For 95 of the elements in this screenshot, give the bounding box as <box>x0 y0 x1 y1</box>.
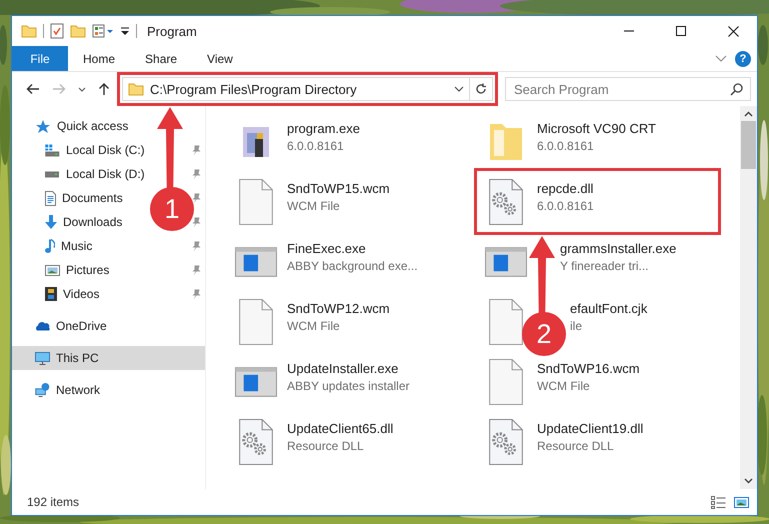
window-icon <box>485 246 527 276</box>
maximize-button[interactable] <box>676 26 686 36</box>
window-title: Program <box>147 24 198 38</box>
up-button[interactable] <box>98 82 110 96</box>
pin-icon[interactable] <box>192 264 201 276</box>
checklist-icon[interactable] <box>50 23 64 39</box>
window-icon <box>235 366 277 396</box>
sidebar-item[interactable]: Videos <box>45 287 100 301</box>
file-name[interactable]: grammsInstaller.exe <box>560 241 676 256</box>
file-detail: WCM File <box>537 379 590 393</box>
film-icon <box>45 287 57 301</box>
pin-icon[interactable] <box>192 288 201 300</box>
star-icon <box>35 118 51 134</box>
address-field[interactable]: C:\Program Files\Program Directory <box>122 77 493 101</box>
file-detail: ABBY updates installer <box>287 379 410 393</box>
document-icon <box>45 190 56 206</box>
picture-icon <box>45 264 60 276</box>
scroll-up-icon[interactable] <box>744 111 753 117</box>
address-dropdown-button[interactable] <box>454 86 464 92</box>
close-button[interactable] <box>728 26 739 36</box>
file-name[interactable]: SndToWP12.wcm <box>287 301 390 316</box>
search-field[interactable]: Search Program <box>505 77 751 101</box>
scrollbar-thumb[interactable] <box>741 121 756 169</box>
sidebar-item[interactable]: Music <box>45 239 92 253</box>
sidebar-item[interactable]: Downloads <box>45 215 122 229</box>
file-name[interactable]: UpdateClient19.dll <box>537 421 644 436</box>
gear-file-icon <box>489 418 523 464</box>
ribbon-tab[interactable]: View <box>192 46 248 71</box>
download-icon <box>45 215 57 229</box>
file-name[interactable]: repcde.dll <box>537 181 594 196</box>
sidebar-item[interactable]: Pictures <box>45 263 110 277</box>
file-name[interactable]: UpdateClient65.dll <box>287 421 394 436</box>
minimize-button[interactable] <box>624 30 634 32</box>
installer-icon <box>242 126 270 158</box>
drive-icon <box>45 170 60 178</box>
cloud-icon <box>35 322 50 330</box>
item-count: 192 items <box>27 495 80 509</box>
file-detail: WCM File <box>287 199 340 213</box>
sidebar-item[interactable]: This PC <box>35 351 99 365</box>
sidebar-item[interactable]: Local Disk (C:) <box>45 143 145 157</box>
file-name[interactable]: program.exe <box>287 121 360 136</box>
file-name[interactable]: efaultFont.cjk <box>570 301 648 316</box>
pin-icon[interactable] <box>192 216 201 228</box>
pin-icon[interactable] <box>192 240 201 252</box>
file-menu-button[interactable]: File <box>12 46 68 71</box>
file-name[interactable]: Microsoft VC90 CRT <box>537 121 656 136</box>
large-icons-view-button[interactable] <box>734 496 749 508</box>
expand-ribbon-icon[interactable] <box>715 55 727 62</box>
scrollbar[interactable] <box>740 106 757 489</box>
sidebar-item[interactable]: Quick access <box>35 118 128 134</box>
file-icon <box>239 178 273 224</box>
monitor-icon <box>35 352 50 364</box>
file-name[interactable]: FineExec.exe <box>287 241 366 256</box>
file-name[interactable]: UpdateInstaller.exe <box>287 361 398 376</box>
file-detail: WCM File <box>287 319 340 333</box>
file-detail: Y finereader tri... <box>560 259 648 273</box>
system-drive-icon <box>45 144 60 156</box>
dropdown-icon[interactable] <box>120 25 130 37</box>
window-icon <box>235 246 277 276</box>
address-path: C:\Program Files\Program Directory <box>150 82 358 96</box>
scroll-down-icon[interactable] <box>744 478 753 484</box>
file-detail: 6.0.0.8161 <box>537 199 594 213</box>
network-icon <box>35 383 50 397</box>
pin-icon[interactable] <box>192 144 201 156</box>
music-note-icon <box>45 239 55 253</box>
ribbon-tab[interactable]: Home <box>68 46 130 71</box>
sidebar-item[interactable]: Documents <box>45 190 123 206</box>
gear-file-icon <box>239 418 273 464</box>
gear-file-icon <box>489 178 523 224</box>
file-name[interactable]: SndToWP16.wcm <box>537 361 640 376</box>
sidebar-item[interactable]: OneDrive <box>35 319 107 333</box>
details-view-button[interactable] <box>711 496 726 508</box>
file-detail: ile <box>570 319 582 333</box>
search-icon[interactable] <box>730 83 743 96</box>
help-button[interactable]: ? <box>735 50 751 66</box>
file-icon <box>489 298 523 344</box>
sidebar-item[interactable]: Local Disk (D:) <box>45 167 145 181</box>
file-detail: Resource DLL <box>537 439 614 453</box>
file-detail: 6.0.0.8161 <box>287 139 344 153</box>
recent-locations-button[interactable] <box>78 86 86 92</box>
file-detail: Resource DLL <box>287 439 364 453</box>
pin-icon[interactable] <box>192 192 201 204</box>
file-detail: ABBY background exe... <box>287 259 418 273</box>
file-detail: 6.0.0.8161 <box>537 139 594 153</box>
folder-icon <box>490 124 522 160</box>
refresh-button[interactable] <box>475 83 487 95</box>
properties-icon[interactable] <box>92 24 114 38</box>
back-button[interactable] <box>26 83 40 95</box>
pin-icon[interactable] <box>192 168 201 180</box>
ribbon-tab[interactable]: Share <box>130 46 192 71</box>
folder-icon <box>128 82 144 96</box>
file-icon <box>489 358 523 404</box>
file-icon <box>239 298 273 344</box>
sidebar-item[interactable]: Network <box>35 383 100 397</box>
file-name[interactable]: SndToWP15.wcm <box>287 181 390 196</box>
